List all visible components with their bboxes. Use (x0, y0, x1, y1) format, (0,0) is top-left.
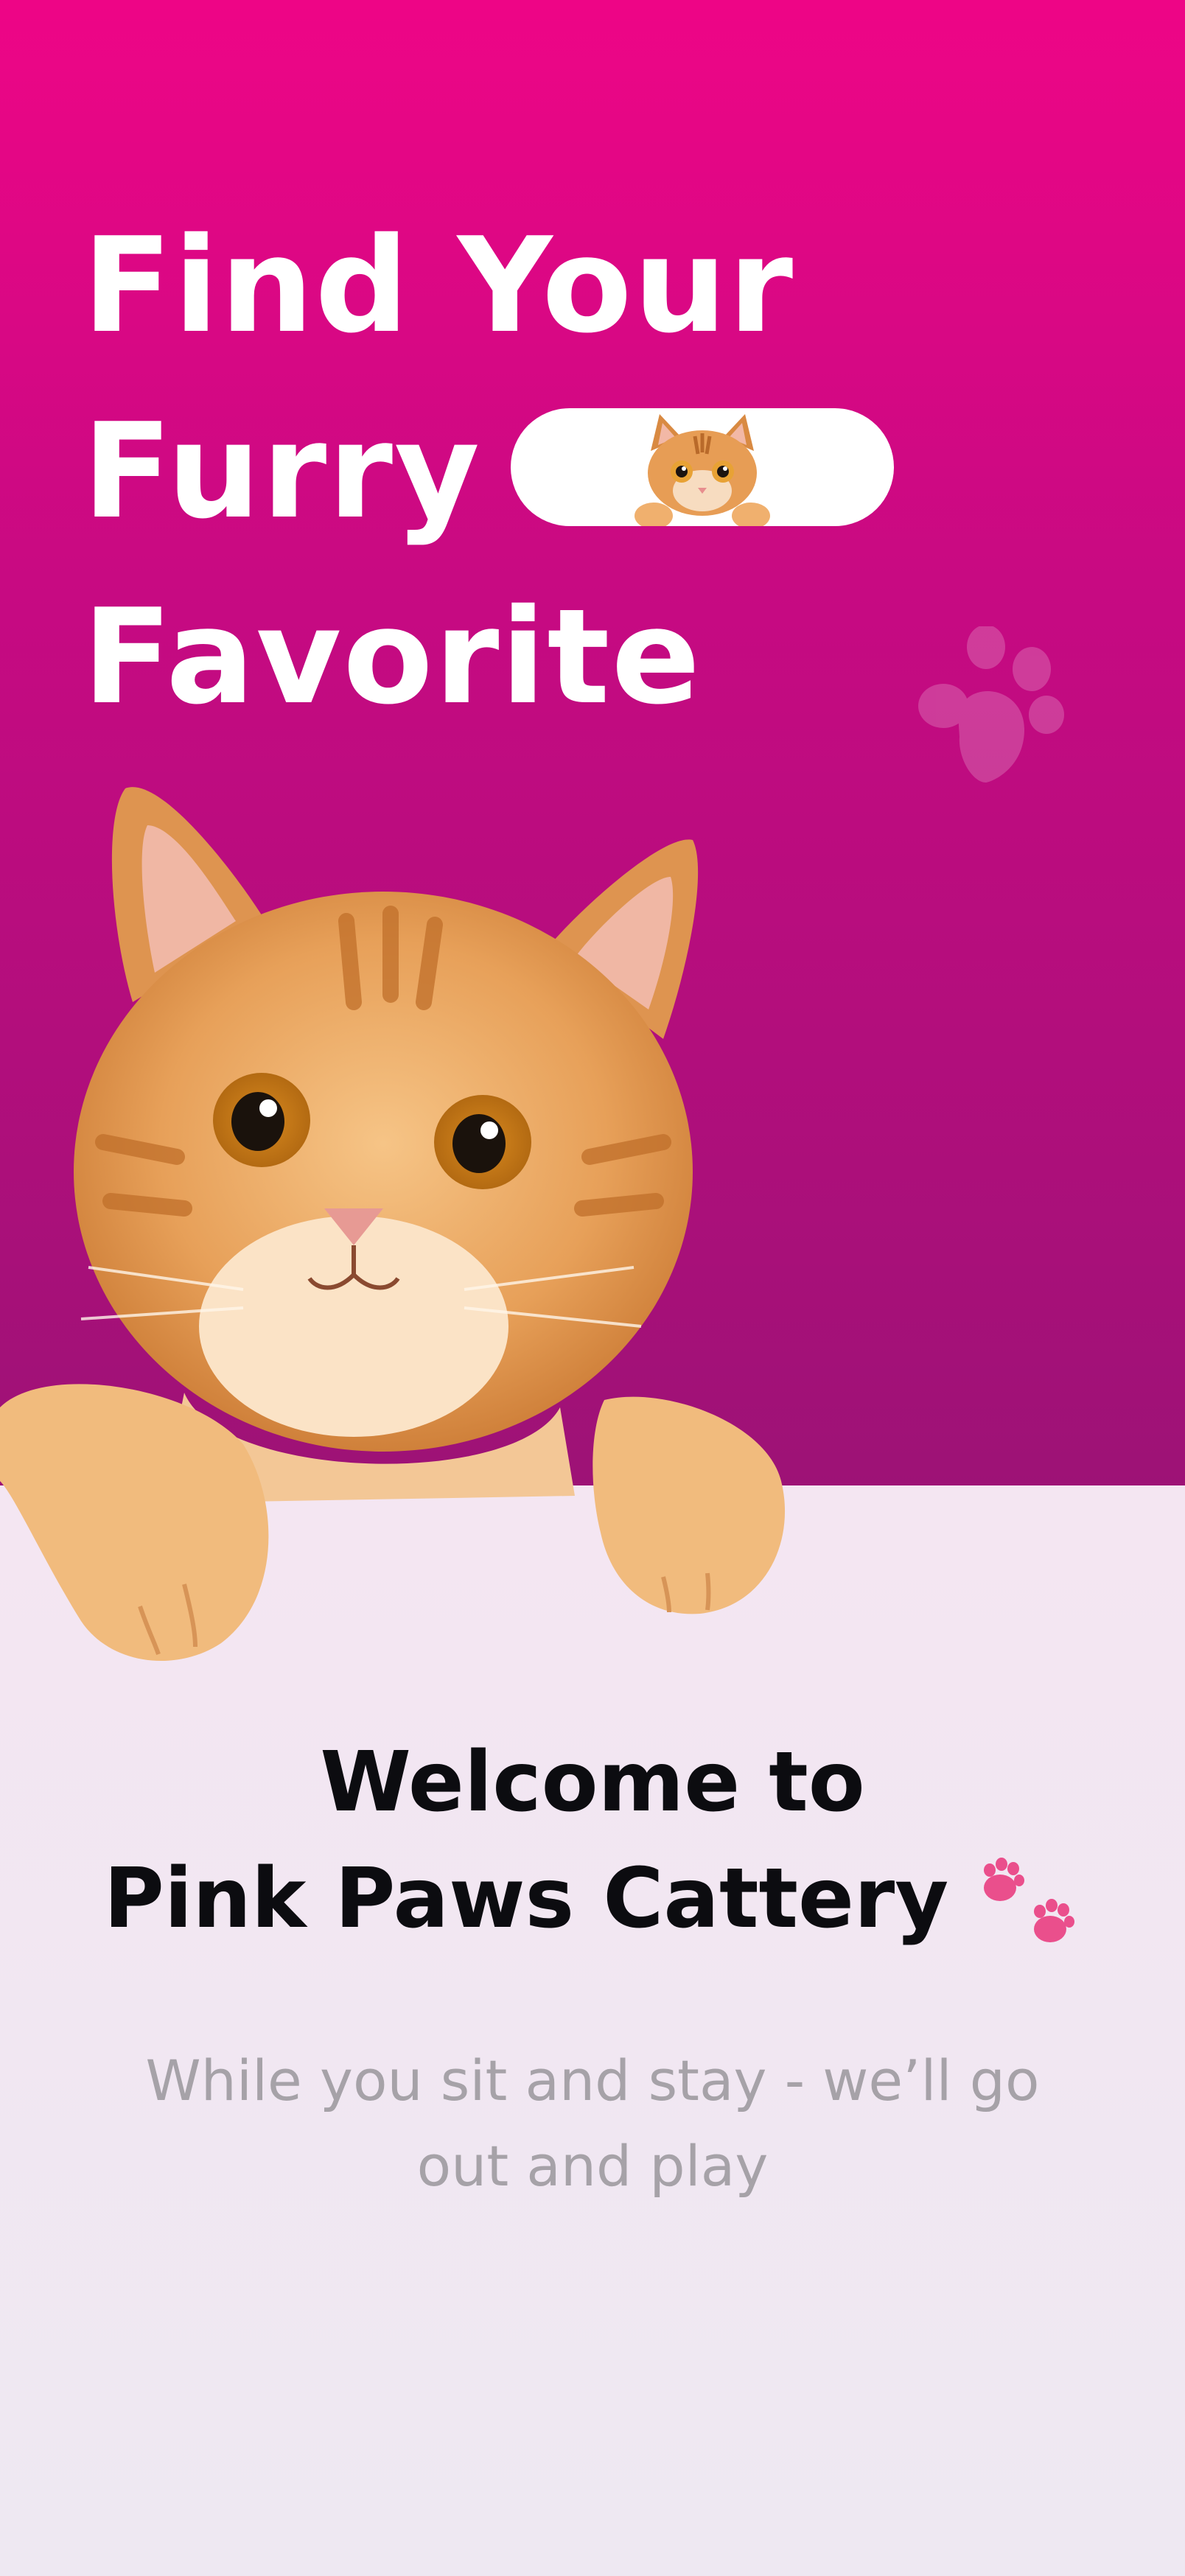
headline-line-3: Favorite (83, 581, 702, 733)
tagline-text: While you sit and stay - we’ll go out an… (145, 2048, 1040, 2199)
welcome-heading: Welcome to Pink Paws Cattery (0, 1724, 1185, 1957)
welcome-brand-name: Pink Paws Cattery (103, 1851, 949, 1947)
headline-line-2-text: Furry (83, 395, 482, 547)
headline-line-1: Find Your (83, 209, 795, 362)
orange-tabby-cat-hero-image (0, 787, 786, 1661)
paw-prints-icon (984, 1858, 1075, 1942)
welcome-line-2: Pink Paws Cattery (104, 1841, 1082, 1957)
cat-pill-badge (511, 408, 895, 527)
headline-line-2: Furry (83, 379, 895, 564)
hero-headline: Find Your Furry Favorite (83, 193, 895, 750)
cat-thumbnail-icon (635, 414, 771, 527)
paw-print-decor-icon (918, 626, 1064, 783)
welcome-line-1: Welcome to (320, 1735, 865, 1830)
